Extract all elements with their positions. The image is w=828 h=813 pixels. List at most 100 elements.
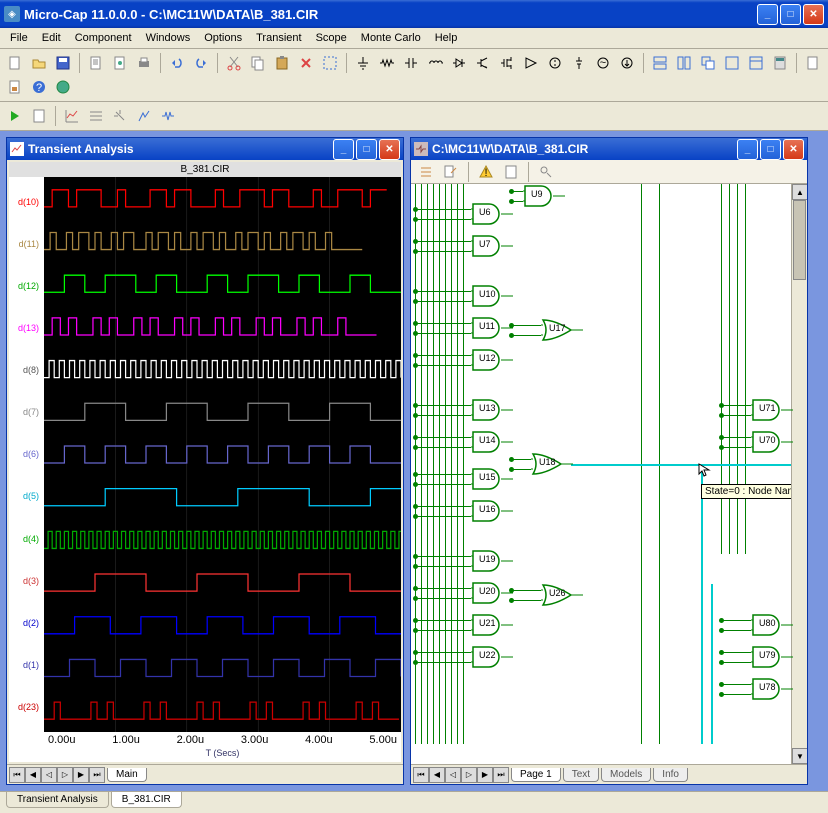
gate-u13[interactable]: U13 (471, 398, 515, 422)
gate-u17[interactable]: U17 (541, 318, 585, 342)
next-page-button[interactable]: ▶ (477, 767, 493, 783)
gate-u15[interactable]: U15 (471, 467, 515, 491)
transistor-icon[interactable] (472, 52, 494, 74)
source-icon[interactable] (544, 52, 566, 74)
gate-u26[interactable]: U26 (541, 583, 585, 607)
child-minimize-button[interactable]: _ (737, 139, 758, 160)
maximize-button[interactable]: □ (780, 4, 801, 25)
scroll-down-button[interactable]: ▼ (792, 748, 807, 764)
tool3-icon[interactable] (157, 105, 179, 127)
bottom-tab-transient[interactable]: Transient Analysis (6, 792, 109, 808)
print-icon[interactable] (133, 52, 155, 74)
inductor-icon[interactable] (424, 52, 446, 74)
gate-u14[interactable]: U14 (471, 430, 515, 454)
gate-u9[interactable]: U9 (523, 184, 567, 208)
tab-page1[interactable]: Page 1 (511, 768, 561, 782)
probe-icon[interactable] (535, 161, 557, 183)
gate-u22[interactable]: U22 (471, 645, 515, 669)
tab-models[interactable]: Models (601, 768, 651, 782)
undo-icon[interactable] (166, 52, 188, 74)
tool1-icon[interactable] (109, 105, 131, 127)
minimize-button[interactable]: _ (757, 4, 778, 25)
menu-montecarlo[interactable]: Monte Carlo (355, 30, 427, 46)
menu-help[interactable]: Help (429, 30, 464, 46)
gate-u19[interactable]: U19 (471, 549, 515, 573)
first-page-button[interactable]: ⏮ (9, 767, 25, 783)
select-icon[interactable] (319, 52, 341, 74)
menu-file[interactable]: File (4, 30, 34, 46)
new-icon[interactable] (4, 52, 26, 74)
cascade-icon[interactable] (697, 52, 719, 74)
menu-edit[interactable]: Edit (36, 30, 67, 46)
gate-u7[interactable]: U7 (471, 234, 515, 258)
list-icon[interactable] (415, 161, 437, 183)
help-icon[interactable]: ? (28, 76, 50, 98)
resistor-icon[interactable] (376, 52, 398, 74)
battery-icon[interactable] (568, 52, 590, 74)
next-button[interactable]: ▷ (461, 767, 477, 783)
calc-icon[interactable] (769, 52, 791, 74)
scrollbar-thumb[interactable] (793, 200, 806, 280)
gate-u18[interactable]: U18 (531, 452, 575, 476)
prev-page-button[interactable]: ◀ (429, 767, 445, 783)
gate-u79[interactable]: U79 (751, 645, 795, 669)
child-minimize-button[interactable]: _ (333, 139, 354, 160)
redo-icon[interactable] (190, 52, 212, 74)
delete-icon[interactable] (295, 52, 317, 74)
chart-icon[interactable] (61, 105, 83, 127)
doc4-icon[interactable] (4, 76, 26, 98)
gate-u78[interactable]: U78 (751, 677, 795, 701)
page2-icon[interactable] (500, 161, 522, 183)
gate-u12[interactable]: U12 (471, 348, 515, 372)
gate-u71[interactable]: U71 (751, 398, 795, 422)
gate-u21[interactable]: U21 (471, 613, 515, 637)
paste-icon[interactable] (271, 52, 293, 74)
page-icon[interactable] (28, 105, 50, 127)
scroll-up-button[interactable]: ▲ (792, 184, 807, 200)
gate-u10[interactable]: U10 (471, 284, 515, 308)
diode-icon[interactable] (448, 52, 470, 74)
doc1-icon[interactable] (85, 52, 107, 74)
first-page-button[interactable]: ⏮ (413, 767, 429, 783)
ground-icon[interactable] (352, 52, 374, 74)
vsource-icon[interactable]: ~ (592, 52, 614, 74)
menu-options[interactable]: Options (198, 30, 248, 46)
gate-u6[interactable]: U6 (471, 202, 515, 226)
copy-icon[interactable] (247, 52, 269, 74)
menu-transient[interactable]: Transient (250, 30, 307, 46)
bottom-tab-circuit[interactable]: B_381.CIR (111, 792, 182, 808)
next-page-button[interactable]: ▶ (73, 767, 89, 783)
close-button[interactable]: ✕ (803, 4, 824, 25)
last-page-button[interactable]: ⏭ (493, 767, 509, 783)
warning-icon[interactable]: ! (475, 161, 497, 183)
prev-page-button[interactable]: ◀ (25, 767, 41, 783)
tab-text[interactable]: Text (563, 768, 599, 782)
window-icon[interactable] (721, 52, 743, 74)
prev-button[interactable]: ◁ (445, 767, 461, 783)
tab-info[interactable]: Info (653, 768, 688, 782)
gate-u16[interactable]: U16 (471, 499, 515, 523)
last-page-button[interactable]: ⏭ (89, 767, 105, 783)
waveform-canvas[interactable] (44, 177, 401, 732)
options-icon[interactable] (85, 105, 107, 127)
tile-v-icon[interactable] (673, 52, 695, 74)
menu-scope[interactable]: Scope (310, 30, 353, 46)
tool2-icon[interactable] (133, 105, 155, 127)
capacitor-icon[interactable] (400, 52, 422, 74)
mosfet-icon[interactable] (496, 52, 518, 74)
prev-button[interactable]: ◁ (41, 767, 57, 783)
globe-icon[interactable] (52, 76, 74, 98)
menu-windows[interactable]: Windows (140, 30, 197, 46)
doc3-icon[interactable] (802, 52, 824, 74)
child-close-button[interactable]: ✕ (379, 139, 400, 160)
next-button[interactable]: ▷ (57, 767, 73, 783)
doc2-icon[interactable] (109, 52, 131, 74)
save-icon[interactable] (52, 52, 74, 74)
gate-u70[interactable]: U70 (751, 430, 795, 454)
window2-icon[interactable] (745, 52, 767, 74)
isource-icon[interactable] (616, 52, 638, 74)
edit-icon[interactable] (440, 161, 462, 183)
child-maximize-button[interactable]: □ (356, 139, 377, 160)
tile-h-icon[interactable] (649, 52, 671, 74)
run-icon[interactable] (4, 105, 26, 127)
